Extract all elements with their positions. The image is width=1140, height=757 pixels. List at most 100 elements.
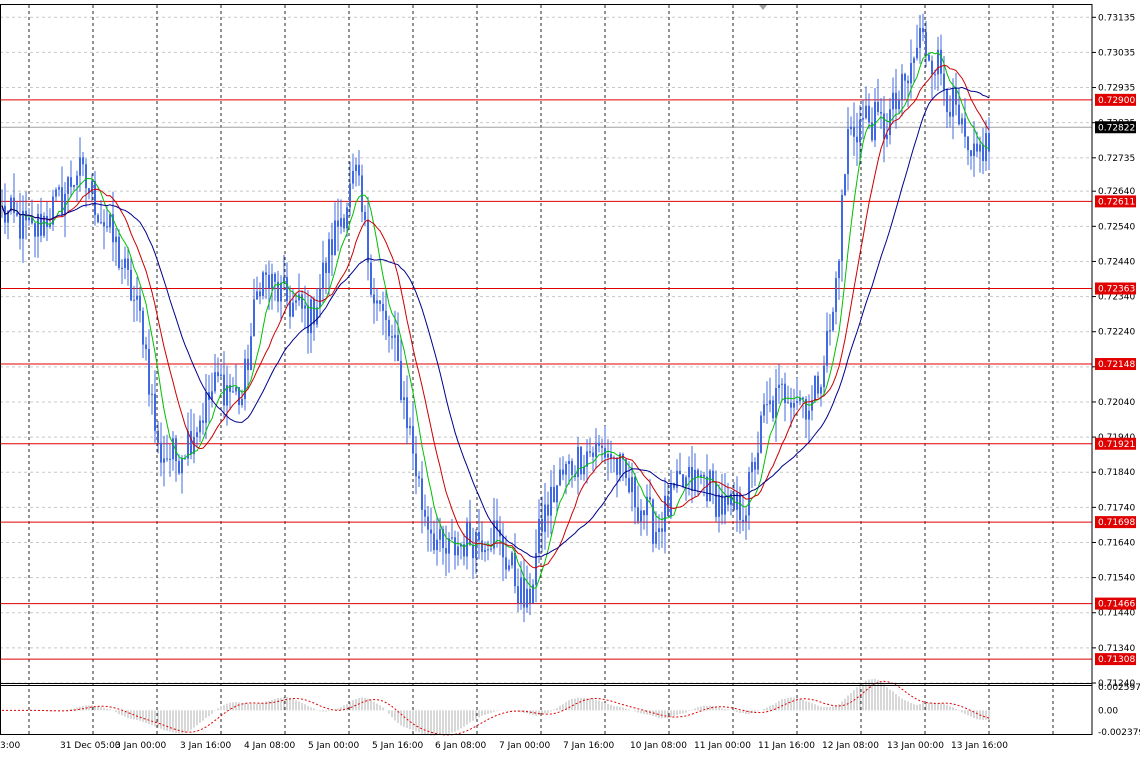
candle-body [862,118,864,120]
candle-body [358,164,360,176]
candle-body [316,307,318,325]
time-axis: 3:00 31 Dec 05:003 Jan 00:00 3 Jan 16:00 4 … [0,741,1008,751]
x-tick-label: 13 Jan 00:00 [887,741,944,751]
candle-body [487,549,489,551]
x-tick-label: 7 Jan 00:00 [499,741,551,751]
candle-body [895,92,897,110]
candle-body [421,478,423,510]
candle-body [145,344,147,350]
candle-body [595,442,597,457]
candle-body [169,458,171,460]
price-chart[interactable]: 0.731350.730350.729350.728350.727350.726… [0,0,1140,757]
candle-body [121,267,123,269]
candle-body [928,54,930,61]
candle-body [850,126,852,130]
candle-body [607,453,609,458]
candle-body [700,474,702,477]
candle-body [883,113,885,140]
candle-body [355,164,357,171]
candle-body [436,539,438,551]
y-tick-label: 0.72935 [1098,84,1135,94]
candle-body [616,457,618,475]
candle-body [394,335,396,338]
candle-body [319,288,321,308]
candle-body [46,215,48,228]
candle-body [406,397,408,429]
candle-body [745,515,747,522]
candle-body [439,529,441,540]
candle-body [946,89,948,112]
candle-body [742,519,744,522]
candle-body [139,295,141,311]
candle-body [853,126,855,137]
candle-body [400,360,402,400]
candle-body [919,28,921,48]
candle-body [271,273,273,289]
candle-body [388,319,390,337]
candle-body [178,461,180,474]
candle-body [163,458,165,463]
candle-body [772,400,774,419]
level-price-label: 0.71466 [1098,600,1135,610]
candle-body [847,129,849,175]
candle-body [127,258,129,270]
candle-body [232,391,234,393]
candle-body [781,383,783,385]
candle-body [28,217,30,221]
candle-body [292,302,294,317]
candle-body [943,73,945,90]
candle-body [856,136,858,143]
candle-body [907,80,909,84]
candle-body [562,469,564,475]
x-tick-label: 11 Jan 00:00 [694,741,751,751]
candle-body [97,215,99,223]
candle-body [409,426,411,429]
candle-body [817,375,819,394]
candle-body [826,330,828,366]
candle-body [661,528,663,532]
candle-body [790,402,792,408]
candle-body [757,452,759,470]
candle-body [550,486,552,516]
candle-body [637,507,639,522]
x-tick-label: 12 Jan 08:00 [822,741,879,751]
level-price-label: 0.71921 [1098,440,1135,450]
candle-body [766,404,768,406]
candle-body [787,402,789,404]
candle-body [130,269,132,301]
candle-body [814,375,816,401]
candle-body [808,410,810,420]
candle-body [934,74,936,76]
candle-body [190,431,192,454]
candle-body [538,518,540,554]
x-tick-label: 10 Jan 08:00 [630,741,687,751]
candle-body [592,452,594,457]
candle-body [877,101,879,112]
candle-body [115,236,117,243]
candle-body [154,393,156,431]
candle-body [295,300,297,303]
candle-body [382,303,384,311]
x-tick-label: 11 Jan 16:00 [758,741,815,751]
y-tick-label: 0.71640 [1098,538,1135,548]
candle-body [136,295,138,300]
candle-body [835,278,837,312]
candle-body [559,469,561,486]
candle-body [655,531,657,544]
candle-body [511,552,513,566]
candle-body [55,189,57,197]
candle-body [784,383,786,403]
candle-body [403,397,405,400]
level-price-label: 0.71698 [1098,518,1135,528]
candle-body [262,272,264,296]
candle-body [523,577,525,608]
candle-body [370,262,372,295]
candle-body [682,474,684,487]
candle-body [94,181,96,216]
candle-body [106,226,108,228]
candle-body [334,220,336,256]
x-tick-label: 13 Jan 16:00 [951,741,1008,751]
candle-body [721,494,723,515]
candle-body [901,73,903,101]
candle-body [841,195,843,261]
